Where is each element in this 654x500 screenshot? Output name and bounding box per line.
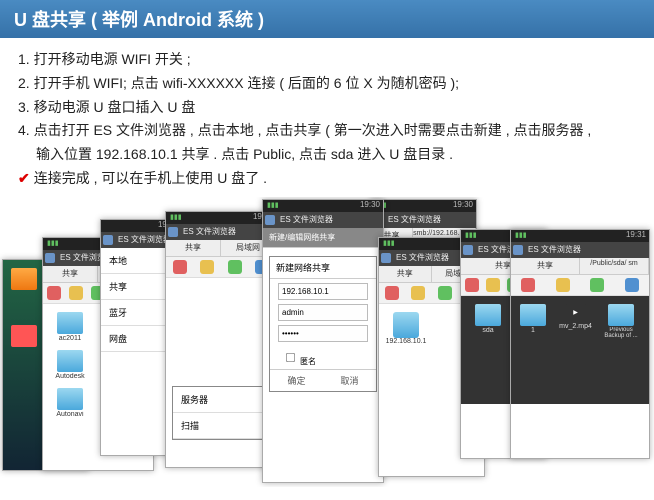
step-1: 1. 打开移动电源 WIFI 开关 ; bbox=[18, 48, 636, 72]
phone-files: ▮▮▮19:31 ES 文件浏览器 共享/Public/sda/ sm 1 ▶m… bbox=[510, 229, 650, 459]
btn-ok[interactable]: 确定 bbox=[270, 370, 323, 391]
phone-dialog: ▮▮▮19:30 ES 文件浏览器 新建/编辑网络共享 新建网络共享 192.1… bbox=[262, 199, 384, 483]
btn-cancel[interactable]: 取消 bbox=[323, 370, 376, 391]
input-pass[interactable]: •••••• bbox=[278, 325, 368, 342]
step-4b: 输入位置 192.168.10.1 共享 . 点击 Public, 点击 sda… bbox=[18, 143, 636, 167]
instructions: 1. 打开移动电源 WIFI 开关 ; 2. 打开手机 WIFI; 点击 wif… bbox=[0, 38, 654, 197]
step-4: 4. 点击打开 ES 文件浏览器 , 点击本地 , 点击共享 ( 第一次进入时需… bbox=[18, 119, 636, 143]
phone-share: ▮▮▮19:30 ES 文件浏览器 共享局域网 服务器 扫描 bbox=[165, 211, 277, 468]
check-icon: ✔ bbox=[18, 170, 30, 186]
input-server[interactable]: 192.168.10.1 bbox=[278, 283, 368, 300]
input-user[interactable]: admin bbox=[278, 304, 368, 321]
step-3: 3. 移动电源 U 盘口插入 U 盘 bbox=[18, 96, 636, 120]
menu-server[interactable]: 服务器 bbox=[173, 387, 269, 413]
page-title: U 盘共享 ( 举例 Android 系统 ) bbox=[0, 0, 654, 38]
step-2: 2. 打开手机 WIFI; 点击 wifi-XXXXXX 连接 ( 后面的 6 … bbox=[18, 72, 636, 96]
screenshot-row: 4 ▮▮▮19:30 ES 文件浏览器 共享局域网 ac2011 apkBack… bbox=[0, 197, 654, 487]
step-done: ✔连接完成 , 可以在手机上使用 U 盘了 . bbox=[18, 167, 636, 191]
